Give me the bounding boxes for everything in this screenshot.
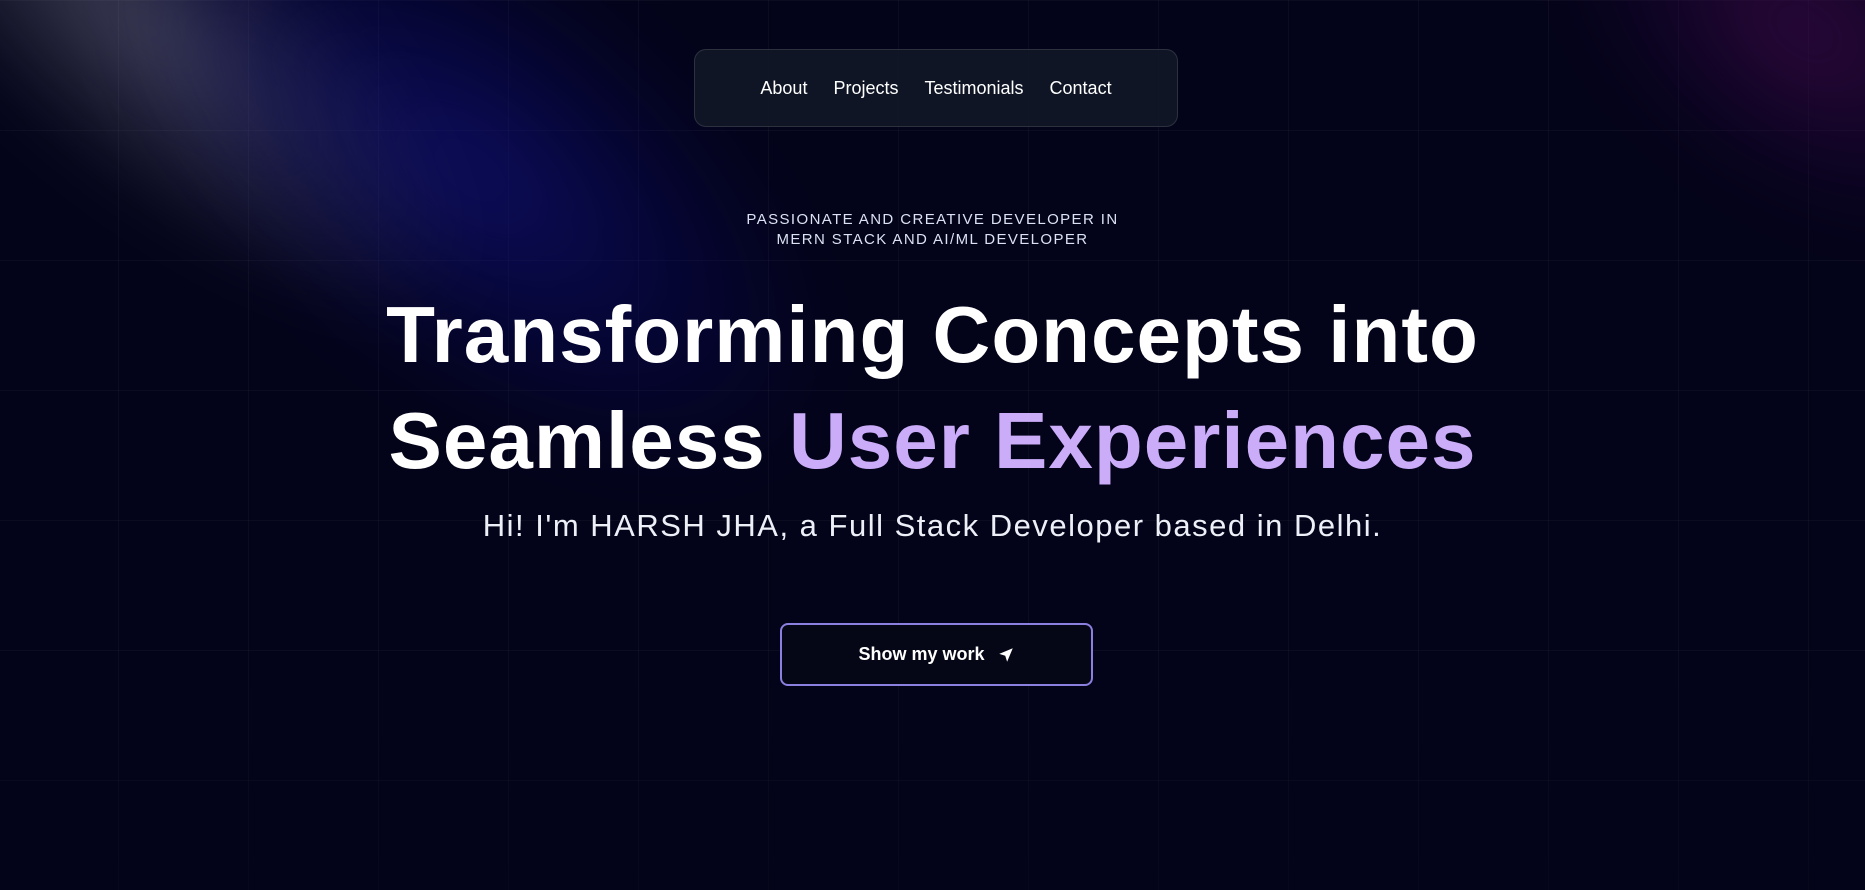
show-my-work-label: Show my work xyxy=(858,644,985,664)
hero-tagline: PASSIONATE AND CREATIVE DEVELOPER IN MER… xyxy=(0,210,1865,250)
tagline-line-2: MERN STACK AND AI/ML DEVELOPER xyxy=(776,231,1089,248)
page: About Projects Testimonials Contact PASS… xyxy=(0,0,1865,890)
hero-headline: Transforming Concepts into Seamless User… xyxy=(0,282,1865,494)
headline-line-1: Transforming Concepts into xyxy=(386,290,1479,379)
nav-link-contact[interactable]: Contact xyxy=(1050,78,1112,99)
floating-navbar: About Projects Testimonials Contact xyxy=(694,49,1178,127)
headline-line-2: Seamless User Experiences xyxy=(0,388,1865,494)
bottom-fade xyxy=(0,650,1865,890)
headline-accent-text: User Experiences xyxy=(788,396,1477,485)
show-my-work-button[interactable]: Show my work xyxy=(780,623,1093,686)
navigation-arrow-icon xyxy=(997,646,1015,664)
nav-link-testimonials[interactable]: Testimonials xyxy=(924,78,1023,99)
nav-link-about[interactable]: About xyxy=(760,78,807,99)
headline-plain-word: Seamless xyxy=(388,396,766,485)
nav-link-projects[interactable]: Projects xyxy=(833,78,898,99)
hero-intro: Hi! I'm HARSH JHA, a Full Stack Develope… xyxy=(482,508,1383,543)
tagline-line-1: PASSIONATE AND CREATIVE DEVELOPER IN xyxy=(746,211,1119,228)
